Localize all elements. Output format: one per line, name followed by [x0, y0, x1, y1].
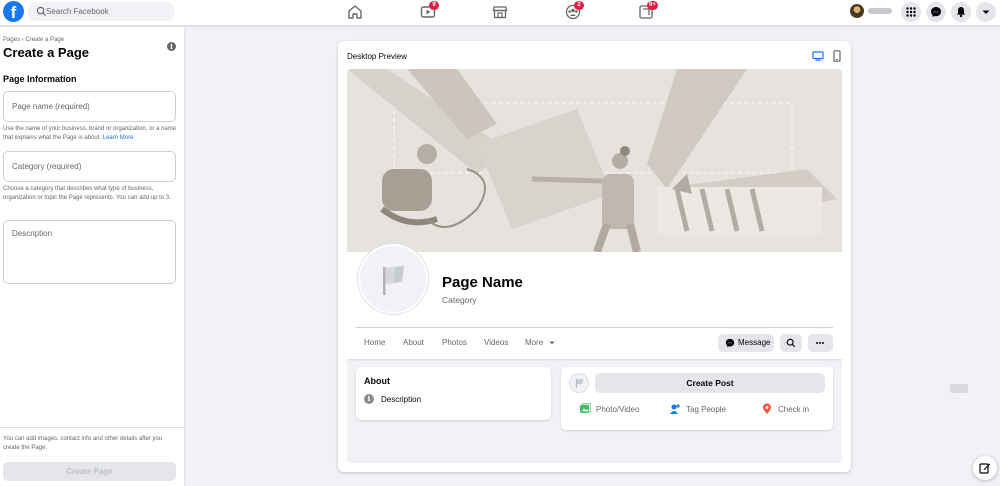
- cover-illustration-icon: [347, 69, 842, 252]
- desktop-icon[interactable]: [812, 50, 824, 62]
- create-page-panel: Pages › Create a Page Create a Page i Pa…: [0, 27, 184, 486]
- about-card: About i Description: [356, 367, 551, 420]
- check-in-label: Check in: [778, 405, 810, 414]
- watch-badge: 9: [429, 1, 439, 10]
- page-header: Page Name Category Home About Photos Vid…: [347, 244, 842, 359]
- profile-name-blur[interactable]: [868, 8, 892, 14]
- message-button[interactable]: Message: [718, 334, 774, 352]
- post-avatar: [569, 373, 589, 393]
- page-preview: Page Name Category Home About Photos Vid…: [347, 69, 842, 463]
- caret-down-icon: [549, 341, 555, 345]
- section-heading: Page Information: [3, 74, 77, 84]
- divider: [356, 327, 833, 328]
- messenger-icon: [725, 338, 735, 348]
- create-post-button[interactable]: Create Post: [595, 373, 825, 393]
- notifications-button[interactable]: [951, 2, 971, 22]
- page-name: Page Name: [442, 274, 523, 291]
- description-field[interactable]: [3, 220, 176, 284]
- marketplace-icon: [492, 6, 508, 19]
- tab-photos[interactable]: Photos: [442, 338, 467, 347]
- home-icon: [348, 5, 362, 19]
- message-label: Message: [738, 338, 771, 347]
- learn-more-link[interactable]: Learn More: [103, 135, 134, 141]
- profile-picture[interactable]: [358, 244, 428, 314]
- category-input[interactable]: [12, 152, 172, 181]
- footer-note: You can add images, contact info and oth…: [3, 436, 163, 451]
- tab-more-label: More: [525, 338, 544, 347]
- page-name-input[interactable]: [12, 92, 172, 121]
- info-icon: i: [364, 394, 374, 404]
- category-field[interactable]: [3, 151, 176, 182]
- tab-home[interactable]: Home: [364, 338, 385, 347]
- cover-photo: [347, 69, 842, 252]
- compose-icon: [979, 463, 991, 474]
- breadcrumb[interactable]: Pages › Create a Page: [3, 37, 64, 43]
- page-name-field[interactable]: [3, 91, 176, 122]
- marketplace-tab[interactable]: [491, 3, 509, 21]
- page-category: Category: [442, 295, 477, 305]
- mobile-icon[interactable]: [831, 50, 843, 62]
- facebook-logo-icon[interactable]: f: [3, 1, 24, 22]
- tag-people-icon: [670, 404, 680, 414]
- create-post-card: Create Post Photo/Video Tag People Check…: [561, 367, 833, 430]
- menu-button[interactable]: [901, 2, 921, 22]
- desktop-preview-card: Desktop Preview Page Name Category Home …: [338, 41, 851, 472]
- photo-video-icon: [580, 403, 591, 413]
- search-input[interactable]: [46, 2, 171, 21]
- create-page-button[interactable]: Create Page: [3, 462, 176, 481]
- bell-icon: [957, 7, 965, 18]
- groups-tab[interactable]: 2: [564, 1, 584, 21]
- page-title: Create a Page: [3, 45, 89, 60]
- about-heading: About: [364, 376, 390, 386]
- tab-more[interactable]: More: [525, 338, 555, 347]
- flag-icon: [383, 266, 404, 295]
- about-description: Description: [381, 395, 422, 404]
- description-input[interactable]: [12, 229, 172, 279]
- grid-menu-icon: [906, 7, 916, 17]
- photo-video-label: Photo/Video: [596, 405, 640, 414]
- chevron-down-icon: [982, 10, 990, 14]
- top-navigation: f 9 2 9+: [0, 0, 1000, 26]
- tab-about[interactable]: About: [403, 338, 424, 347]
- gaming-tab[interactable]: 9+: [637, 1, 658, 21]
- more-options-button[interactable]: [808, 334, 833, 352]
- tab-videos[interactable]: Videos: [484, 338, 508, 347]
- search-page-button[interactable]: [780, 334, 802, 352]
- home-tab[interactable]: [346, 3, 364, 21]
- left-footer: You can add images, contact info and oth…: [0, 427, 184, 486]
- gaming-badge: 9+: [647, 1, 658, 10]
- preview-title: Desktop Preview: [347, 52, 408, 61]
- scroll-hint-tag: [950, 384, 968, 393]
- profile-avatar[interactable]: [850, 4, 864, 18]
- location-pin-icon: [763, 403, 771, 414]
- page-name-hint: Use the name of your business, brand or …: [3, 125, 179, 142]
- watch-tab[interactable]: 9: [419, 1, 439, 21]
- search-icon: [786, 338, 796, 348]
- groups-badge: 2: [574, 1, 584, 10]
- account-button[interactable]: [976, 2, 996, 22]
- new-message-button[interactable]: [973, 456, 997, 480]
- info-icon[interactable]: i: [167, 42, 176, 51]
- ellipsis-icon: [816, 342, 824, 344]
- page-name-hint-text: Use the name of your business, brand or …: [3, 126, 177, 141]
- messenger-button[interactable]: [926, 2, 946, 22]
- category-hint: Choose a category that describes what ty…: [3, 186, 171, 201]
- messenger-icon: [931, 7, 941, 17]
- tag-people-label: Tag People: [686, 405, 727, 414]
- flag-icon: [575, 378, 584, 389]
- search-box[interactable]: [28, 2, 175, 21]
